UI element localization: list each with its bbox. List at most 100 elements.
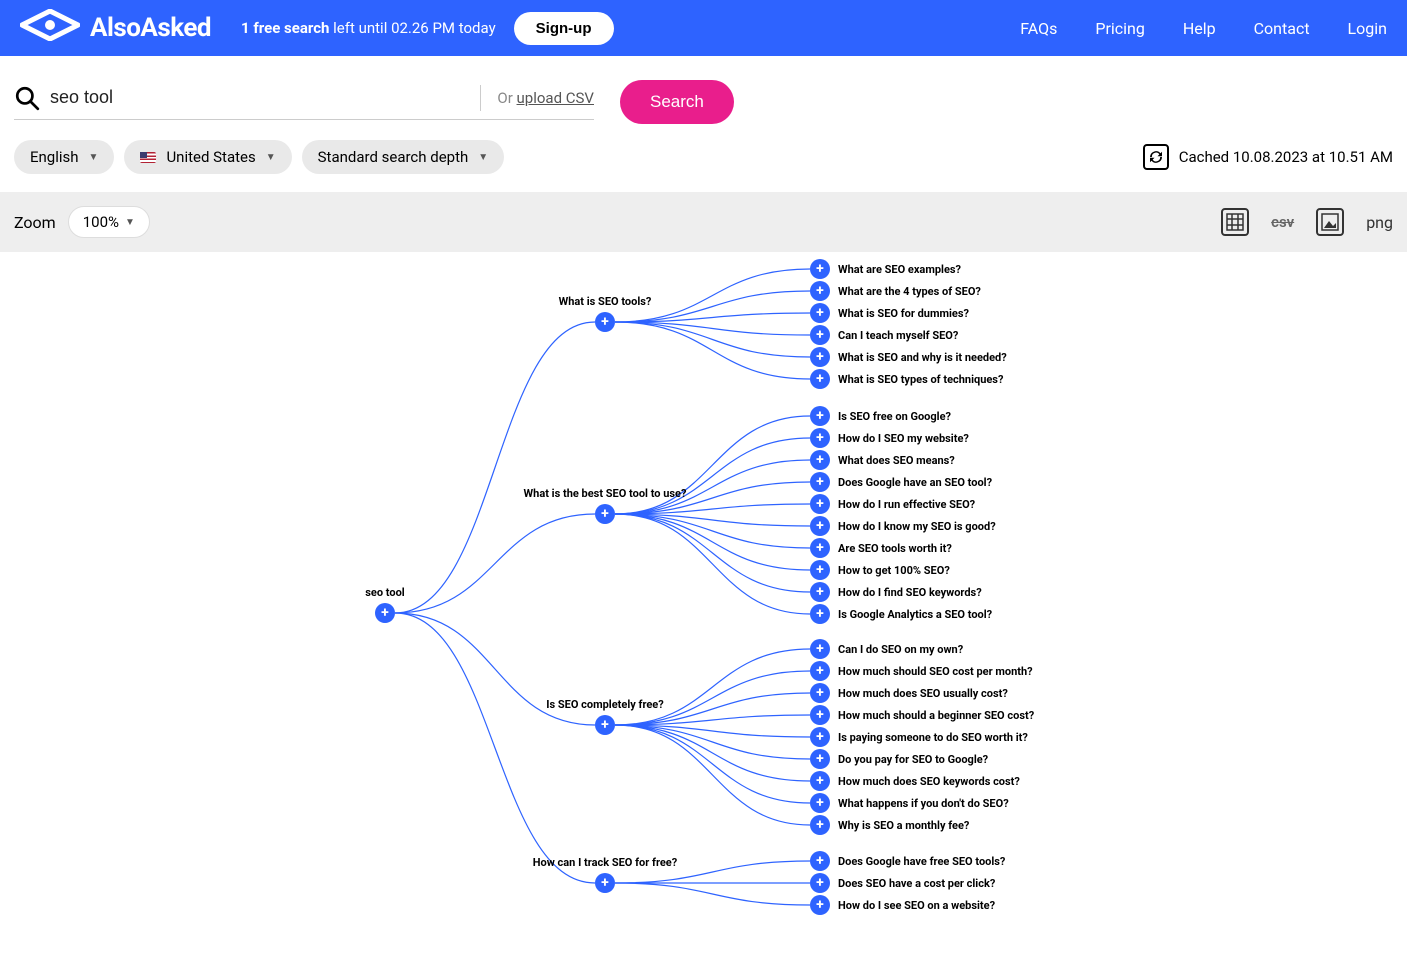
node-label: How much does SEO keywords cost? <box>838 775 1020 788</box>
expand-button[interactable]: + <box>810 639 830 659</box>
l2-node-0-5: + What is SEO types of techniques? <box>810 369 1003 389</box>
l2-node-2-3: +How much should a beginner SEO cost? <box>810 705 1034 725</box>
node-label: Why is SEO a monthly fee? <box>838 819 969 832</box>
l2-node-1-6: +Are SEO tools worth it? <box>810 538 952 558</box>
expand-button[interactable]: + <box>810 683 830 703</box>
node-label: How to get 100% SEO? <box>838 564 950 577</box>
l2-node-1-0: +Is SEO free on Google? <box>810 406 951 426</box>
l2-node-2-4: +Is paying someone to do SEO worth it? <box>810 727 1028 747</box>
expand-button[interactable]: + <box>810 325 830 345</box>
depth-select[interactable]: Standard search depth ▼ <box>302 140 505 174</box>
chevron-down-icon: ▼ <box>89 152 99 163</box>
expand-button[interactable]: + <box>810 582 830 602</box>
filters-row: English ▼ United States ▼ Standard searc… <box>0 134 1407 192</box>
free-search-notice: 1 free search left until 02.26 PM today <box>241 19 496 37</box>
node-label: What is SEO types of techniques? <box>838 373 1003 386</box>
table-view-icon[interactable] <box>1221 208 1249 236</box>
expand-button[interactable]: + <box>810 472 830 492</box>
expand-button[interactable]: + <box>595 312 615 332</box>
expand-button[interactable]: + <box>810 705 830 725</box>
export-group: csv png <box>1221 208 1393 236</box>
l2-node-0-3: + Can I teach myself SEO? <box>810 325 958 345</box>
nav-contact[interactable]: Contact <box>1254 19 1310 38</box>
search-input[interactable] <box>50 87 464 108</box>
node-label: Is Google Analytics a SEO tool? <box>838 608 992 621</box>
expand-button[interactable]: + <box>810 369 830 389</box>
expand-button[interactable]: + <box>810 815 830 835</box>
l2-node-3-2: +How do I see SEO on a website? <box>810 895 995 915</box>
node-label: What is SEO for dummies? <box>838 307 969 320</box>
expand-button[interactable]: + <box>810 793 830 813</box>
l2-node-0-4: +What is SEO and why is it needed? <box>810 347 1007 367</box>
search-button[interactable]: Search <box>620 80 734 124</box>
language-select[interactable]: English ▼ <box>14 140 114 174</box>
nav-help[interactable]: Help <box>1183 19 1216 38</box>
expand-button[interactable]: + <box>595 504 615 524</box>
nav-faqs[interactable]: FAQs <box>1020 19 1057 38</box>
cached-text: Cached 10.08.2023 at 10.51 AM <box>1179 148 1393 166</box>
zoom-select[interactable]: 100% ▼ <box>68 206 150 238</box>
brand-name: AlsoAsked <box>90 13 211 43</box>
expand-button[interactable]: + <box>810 661 830 681</box>
expand-button[interactable]: + <box>810 560 830 580</box>
expand-button[interactable]: + <box>810 428 830 448</box>
nav-login[interactable]: Login <box>1348 19 1387 38</box>
node-label: Can I do SEO on my own? <box>838 643 963 656</box>
region-select[interactable]: United States ▼ <box>124 140 291 174</box>
node-label: What is SEO tools? <box>559 295 652 308</box>
zoom-value: 100% <box>83 213 119 231</box>
l2-node-1-5: + How do I know my SEO is good? <box>810 516 996 536</box>
expand-button[interactable]: + <box>810 303 830 323</box>
upload-csv-link[interactable]: upload CSV <box>517 89 594 107</box>
l2-node-1-9: + Is Google Analytics a SEO tool? <box>810 604 992 624</box>
refresh-icon[interactable] <box>1143 144 1169 170</box>
expand-button[interactable]: + <box>810 727 830 747</box>
expand-button[interactable]: + <box>810 406 830 426</box>
expand-button[interactable]: + <box>810 538 830 558</box>
l2-node-1-2: + What does SEO means? <box>810 450 955 470</box>
l2-node-1-8: +How do I find SEO keywords? <box>810 582 982 602</box>
node-label: What does SEO means? <box>838 454 955 467</box>
node-label: Can I teach myself SEO? <box>838 329 958 342</box>
node-label: Does SEO have a cost per click? <box>838 877 995 890</box>
expand-button[interactable]: + <box>595 873 615 893</box>
expand-button[interactable]: + <box>810 516 830 536</box>
expand-button[interactable]: + <box>810 873 830 893</box>
expand-button[interactable]: + <box>810 450 830 470</box>
image-icon[interactable] <box>1316 208 1344 236</box>
signup-button[interactable]: Sign-up <box>514 12 614 45</box>
node-label: Is SEO completely free? <box>546 698 663 711</box>
l2-node-2-2: +How much does SEO usually cost? <box>810 683 1008 703</box>
expand-button[interactable]: + <box>810 281 830 301</box>
node-label: Does Google have an SEO tool? <box>838 476 992 489</box>
nav-pricing[interactable]: Pricing <box>1095 19 1145 38</box>
l1-node-2: +Is SEO completely free? <box>595 715 615 735</box>
l1-node-0: +What is SEO tools? <box>595 312 615 332</box>
expand-button[interactable]: + <box>375 603 395 623</box>
node-label: How do I run effective SEO? <box>838 498 975 511</box>
root-node: +seo tool <box>375 603 395 623</box>
node-label: Do you pay for SEO to Google? <box>838 753 988 766</box>
expand-button[interactable]: + <box>595 715 615 735</box>
expand-button[interactable]: + <box>810 851 830 871</box>
expand-button[interactable]: + <box>810 604 830 624</box>
l2-node-3-0: +Does Google have free SEO tools? <box>810 851 1005 871</box>
node-label: How do I know my SEO is good? <box>838 520 996 533</box>
results-diagram[interactable]: +seo tool+What is SEO tools?+What are SE… <box>0 252 1407 972</box>
divider <box>480 85 481 111</box>
expand-button[interactable]: + <box>810 347 830 367</box>
brand-logo[interactable]: AlsoAsked <box>20 9 211 48</box>
l2-node-2-8: + Why is SEO a monthly fee? <box>810 815 969 835</box>
free-search-rest: left until 02.26 PM today <box>329 19 495 37</box>
expand-button[interactable]: + <box>810 259 830 279</box>
export-png-button[interactable]: png <box>1366 213 1393 232</box>
l2-node-1-3: + Does Google have an SEO tool? <box>810 472 992 492</box>
expand-button[interactable]: + <box>810 771 830 791</box>
cached-info: Cached 10.08.2023 at 10.51 AM <box>1143 144 1393 170</box>
expand-button[interactable]: + <box>810 895 830 915</box>
zoom-label: Zoom <box>14 213 56 232</box>
expand-button[interactable]: + <box>810 494 830 514</box>
expand-button[interactable]: + <box>810 749 830 769</box>
l2-node-2-1: +How much should SEO cost per month? <box>810 661 1033 681</box>
export-csv-button[interactable]: csv <box>1271 213 1294 231</box>
